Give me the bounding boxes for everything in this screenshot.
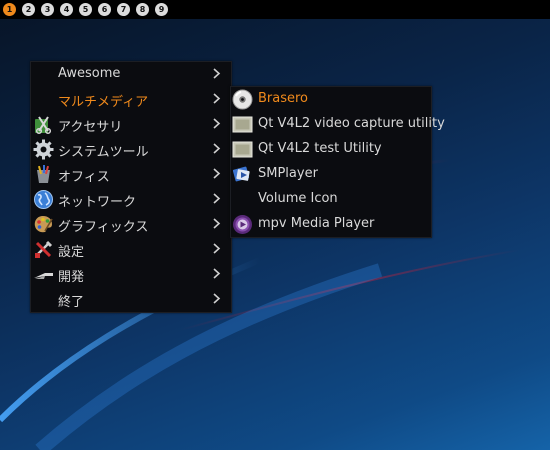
chevron-right-icon	[213, 293, 221, 304]
smplayer-icon	[232, 166, 250, 182]
office-icon	[37, 165, 50, 183]
menu-item-label: 開発	[58, 270, 85, 285]
chevron-right-icon	[213, 118, 221, 129]
menu-item-label: グラフィックス	[58, 220, 149, 235]
video-frame-icon	[232, 116, 253, 133]
menu-item-settings[interactable]: 設定	[31, 237, 231, 262]
tag-8[interactable]: 8	[136, 3, 149, 16]
chevron-right-icon	[213, 193, 221, 204]
menu-item-label: 設定	[58, 245, 85, 260]
globe-icon	[34, 190, 53, 209]
submenu-item-brasero[interactable]: Brasero	[231, 87, 431, 112]
chevron-right-icon	[213, 243, 221, 254]
top-panel: 1 2 3 4 5 6 7 8 9	[0, 0, 550, 19]
menu-item-exit[interactable]: 終了	[31, 287, 231, 312]
trowel-icon	[34, 273, 53, 279]
tag-3[interactable]: 3	[41, 3, 54, 16]
menu-item-multimedia[interactable]: マルチメディア	[31, 87, 231, 112]
palette-icon	[34, 216, 53, 233]
menu-item-label: mpv Media Player	[258, 216, 375, 231]
settings-tools-icon	[35, 240, 53, 258]
menu-item-label: ネットワーク	[58, 195, 137, 210]
tag-9[interactable]: 9	[155, 3, 168, 16]
submenu-item-qt-v4l2-test[interactable]: Qt V4L2 test Utility	[231, 137, 431, 162]
menu-item-label: Volume Icon	[258, 191, 338, 206]
submenu-item-volume-icon[interactable]: Volume Icon	[231, 187, 431, 212]
video-frame-icon	[232, 141, 253, 158]
menu-item-network[interactable]: ネットワーク	[31, 187, 231, 212]
menu-item-system-tools[interactable]: システムツール	[31, 137, 231, 162]
menu-item-label: オフィス	[58, 170, 110, 185]
tag-1[interactable]: 1	[3, 3, 16, 16]
chevron-right-icon	[213, 93, 221, 104]
menu-item-office[interactable]: オフィス	[31, 162, 231, 187]
menu-item-awesome[interactable]: Awesome	[31, 62, 231, 87]
tag-2[interactable]: 2	[22, 3, 35, 16]
main-menu: Awesome マルチメディア アクセサリ システムツール オフィス ネットワー…	[30, 61, 232, 313]
menu-item-accessories[interactable]: アクセサリ	[31, 112, 231, 137]
chevron-right-icon	[213, 268, 221, 279]
tag-7[interactable]: 7	[117, 3, 130, 16]
menu-item-label: Brasero	[258, 91, 309, 106]
multimedia-submenu: Brasero Qt V4L2 video capture utility Qt…	[230, 86, 445, 238]
menu-item-label: マルチメディア	[58, 95, 149, 110]
menu-item-label: アクセサリ	[58, 120, 123, 135]
tag-5[interactable]: 5	[79, 3, 92, 16]
menu-item-label: 終了	[58, 295, 85, 310]
chevron-right-icon	[213, 68, 221, 79]
chevron-right-icon	[213, 218, 221, 229]
tag-6[interactable]: 6	[98, 3, 111, 16]
menu-item-label: Qt V4L2 test Utility	[258, 141, 382, 156]
menu-item-label: SMPlayer	[258, 166, 318, 181]
chevron-right-icon	[213, 143, 221, 154]
menu-item-label: Awesome	[58, 66, 121, 81]
disc-icon	[232, 89, 253, 110]
menu-item-label: Qt V4L2 video capture utility	[258, 116, 445, 131]
menu-item-label: システムツール	[58, 145, 149, 160]
submenu-item-mpv[interactable]: mpv Media Player	[231, 212, 431, 237]
menu-item-development[interactable]: 開発	[31, 262, 231, 287]
accessories-icon	[35, 116, 52, 135]
tag-4[interactable]: 4	[60, 3, 73, 16]
menu-item-graphics[interactable]: グラフィックス	[31, 212, 231, 237]
chevron-right-icon	[213, 168, 221, 179]
submenu-item-qt-v4l2-capture[interactable]: Qt V4L2 video capture utility	[231, 112, 445, 137]
mpv-icon	[233, 215, 252, 234]
submenu-item-smplayer[interactable]: SMPlayer	[231, 162, 431, 187]
gear-icon	[33, 139, 54, 160]
